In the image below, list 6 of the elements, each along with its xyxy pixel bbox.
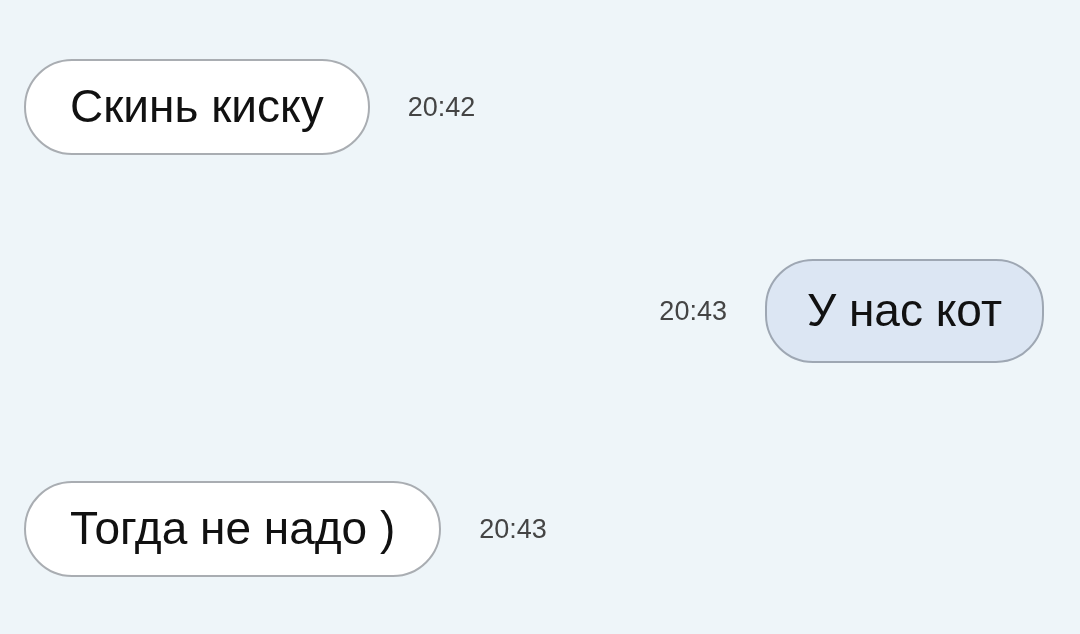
message-time: 20:43 — [659, 294, 727, 328]
message-time: 20:43 — [479, 512, 547, 546]
message-bubble: У нас кот — [764, 259, 1044, 363]
message-time: 20:42 — [407, 90, 476, 124]
message-bubble: Тогда не надо ) — [24, 481, 442, 577]
message-bubble: Скинь киску — [24, 59, 370, 155]
